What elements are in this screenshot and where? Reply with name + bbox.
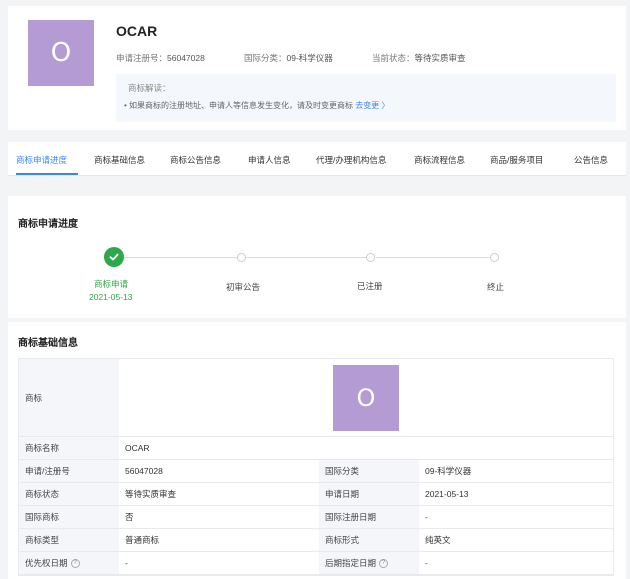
- step-pending-icon: [366, 253, 375, 262]
- step-connector: [124, 257, 238, 258]
- tab-agency[interactable]: 代理/办理机构信息: [316, 154, 386, 166]
- label-form: 商标形式: [319, 529, 419, 551]
- step-label: 商标申请: [94, 279, 129, 289]
- label-status: 商标状态: [19, 483, 119, 505]
- table-row: 商标名称 OCAR: [19, 437, 613, 460]
- basic-info-title: 商标基础信息: [18, 338, 78, 349]
- value-form: 纯英文: [425, 535, 451, 545]
- tab-applicant[interactable]: 申请人信息: [248, 154, 291, 166]
- tab-process[interactable]: 商标流程信息: [414, 154, 465, 166]
- step-connector: [246, 257, 368, 258]
- value-later-date: -: [425, 558, 428, 568]
- label-trademark: 商标: [19, 359, 119, 436]
- table-row: 商标类型 普通商标 商标形式 纯英文: [19, 529, 613, 552]
- label-intl: 国际商标: [19, 506, 119, 528]
- help-icon[interactable]: ?: [70, 558, 80, 568]
- value-intl-date: -: [425, 512, 428, 522]
- label-intl-date: 国际注册日期: [319, 506, 419, 528]
- tab-announcement[interactable]: 商标公告信息: [170, 154, 221, 166]
- label-later-date: 后期指定日期?: [319, 552, 419, 574]
- step-pending-icon: [490, 253, 499, 262]
- label-type: 商标类型: [19, 529, 119, 551]
- progress-section: 商标申请进度 商标申请 2021-05-13 初审公告 已注册 终止: [8, 196, 626, 318]
- trademark-header: O OCAR 申请注册号：56047028 国际分类：09-科学仪器 当前状态：…: [8, 6, 626, 130]
- value-class: 09-科学仪器: [425, 466, 472, 476]
- step-connector: [376, 257, 494, 258]
- table-row: 优先权日期? - 后期指定日期? -: [19, 552, 613, 575]
- trademark-logo-small: O: [333, 364, 399, 431]
- notice-text: • 如果商标的注册地址、申请人等信息发生变化，请及时变更商标 去变更 〉: [124, 101, 390, 110]
- class-meta: 国际分类：09-科学仪器: [244, 53, 333, 63]
- label-reg-no: 申请/注册号: [19, 460, 119, 482]
- tab-basic-info[interactable]: 商标基础信息: [94, 154, 145, 166]
- value-intl: 否: [125, 512, 134, 522]
- label-apply-date: 申请日期: [319, 483, 419, 505]
- active-tab-indicator: [16, 173, 78, 175]
- label-priority-date: 优先权日期?: [19, 552, 119, 574]
- step-pending-icon: [237, 253, 246, 262]
- value-priority-date: -: [125, 558, 128, 568]
- value-apply-date: 2021-05-13: [425, 489, 469, 499]
- value-name: OCAR: [125, 443, 150, 453]
- change-link[interactable]: 去变更 〉: [355, 101, 389, 110]
- tab-bulletin[interactable]: 公告信息: [574, 154, 608, 166]
- table-row: 商标 O: [19, 359, 613, 437]
- value-status: 等待实质审查: [125, 489, 177, 499]
- table-row: 申请/注册号 56047028 国际分类 09-科学仪器: [19, 460, 613, 483]
- tab-bar: 商标申请进度 商标基础信息 商标公告信息 申请人信息 代理/办理机构信息 商标流…: [8, 142, 626, 176]
- status-meta: 当前状态：等待实质审查: [372, 53, 466, 63]
- value-reg-no: 56047028: [125, 466, 163, 476]
- trademark-notice: 商标解读： • 如果商标的注册地址、申请人等信息发生变化，请及时变更商标 去变更…: [116, 74, 616, 122]
- trademark-image-cell: O: [119, 359, 613, 436]
- step-label: 已注册: [357, 281, 383, 291]
- trademark-logo: O: [28, 20, 94, 86]
- reg-no-meta: 申请注册号：56047028: [116, 53, 205, 63]
- table-row: 商标状态 等待实质审查 申请日期 2021-05-13: [19, 483, 613, 506]
- label-name: 商标名称: [19, 437, 119, 459]
- step-label: 终止: [487, 282, 505, 292]
- brand-name: OCAR: [116, 23, 158, 39]
- tab-goods-services[interactable]: 商品/服务项目: [490, 154, 543, 166]
- step-label: 初审公告: [226, 282, 261, 292]
- notice-title: 商标解读：: [128, 83, 171, 93]
- step-date: 2021-05-13: [89, 292, 133, 302]
- basic-info-table: 商标 O 商标名称 OCAR 申请/注册号 56047028 国际分类 09-科…: [18, 358, 614, 576]
- basic-info-section: 商标基础信息 商标 O 商标名称 OCAR 申请/注册号 56047028 国际…: [8, 322, 626, 579]
- help-icon[interactable]: ?: [379, 558, 389, 568]
- table-row: 国际商标 否 国际注册日期 -: [19, 506, 613, 529]
- value-type: 普通商标: [125, 535, 160, 545]
- step-done-icon: [104, 247, 124, 267]
- progress-title: 商标申请进度: [18, 219, 78, 230]
- tab-progress[interactable]: 商标申请进度: [16, 154, 67, 166]
- label-class: 国际分类: [319, 460, 419, 482]
